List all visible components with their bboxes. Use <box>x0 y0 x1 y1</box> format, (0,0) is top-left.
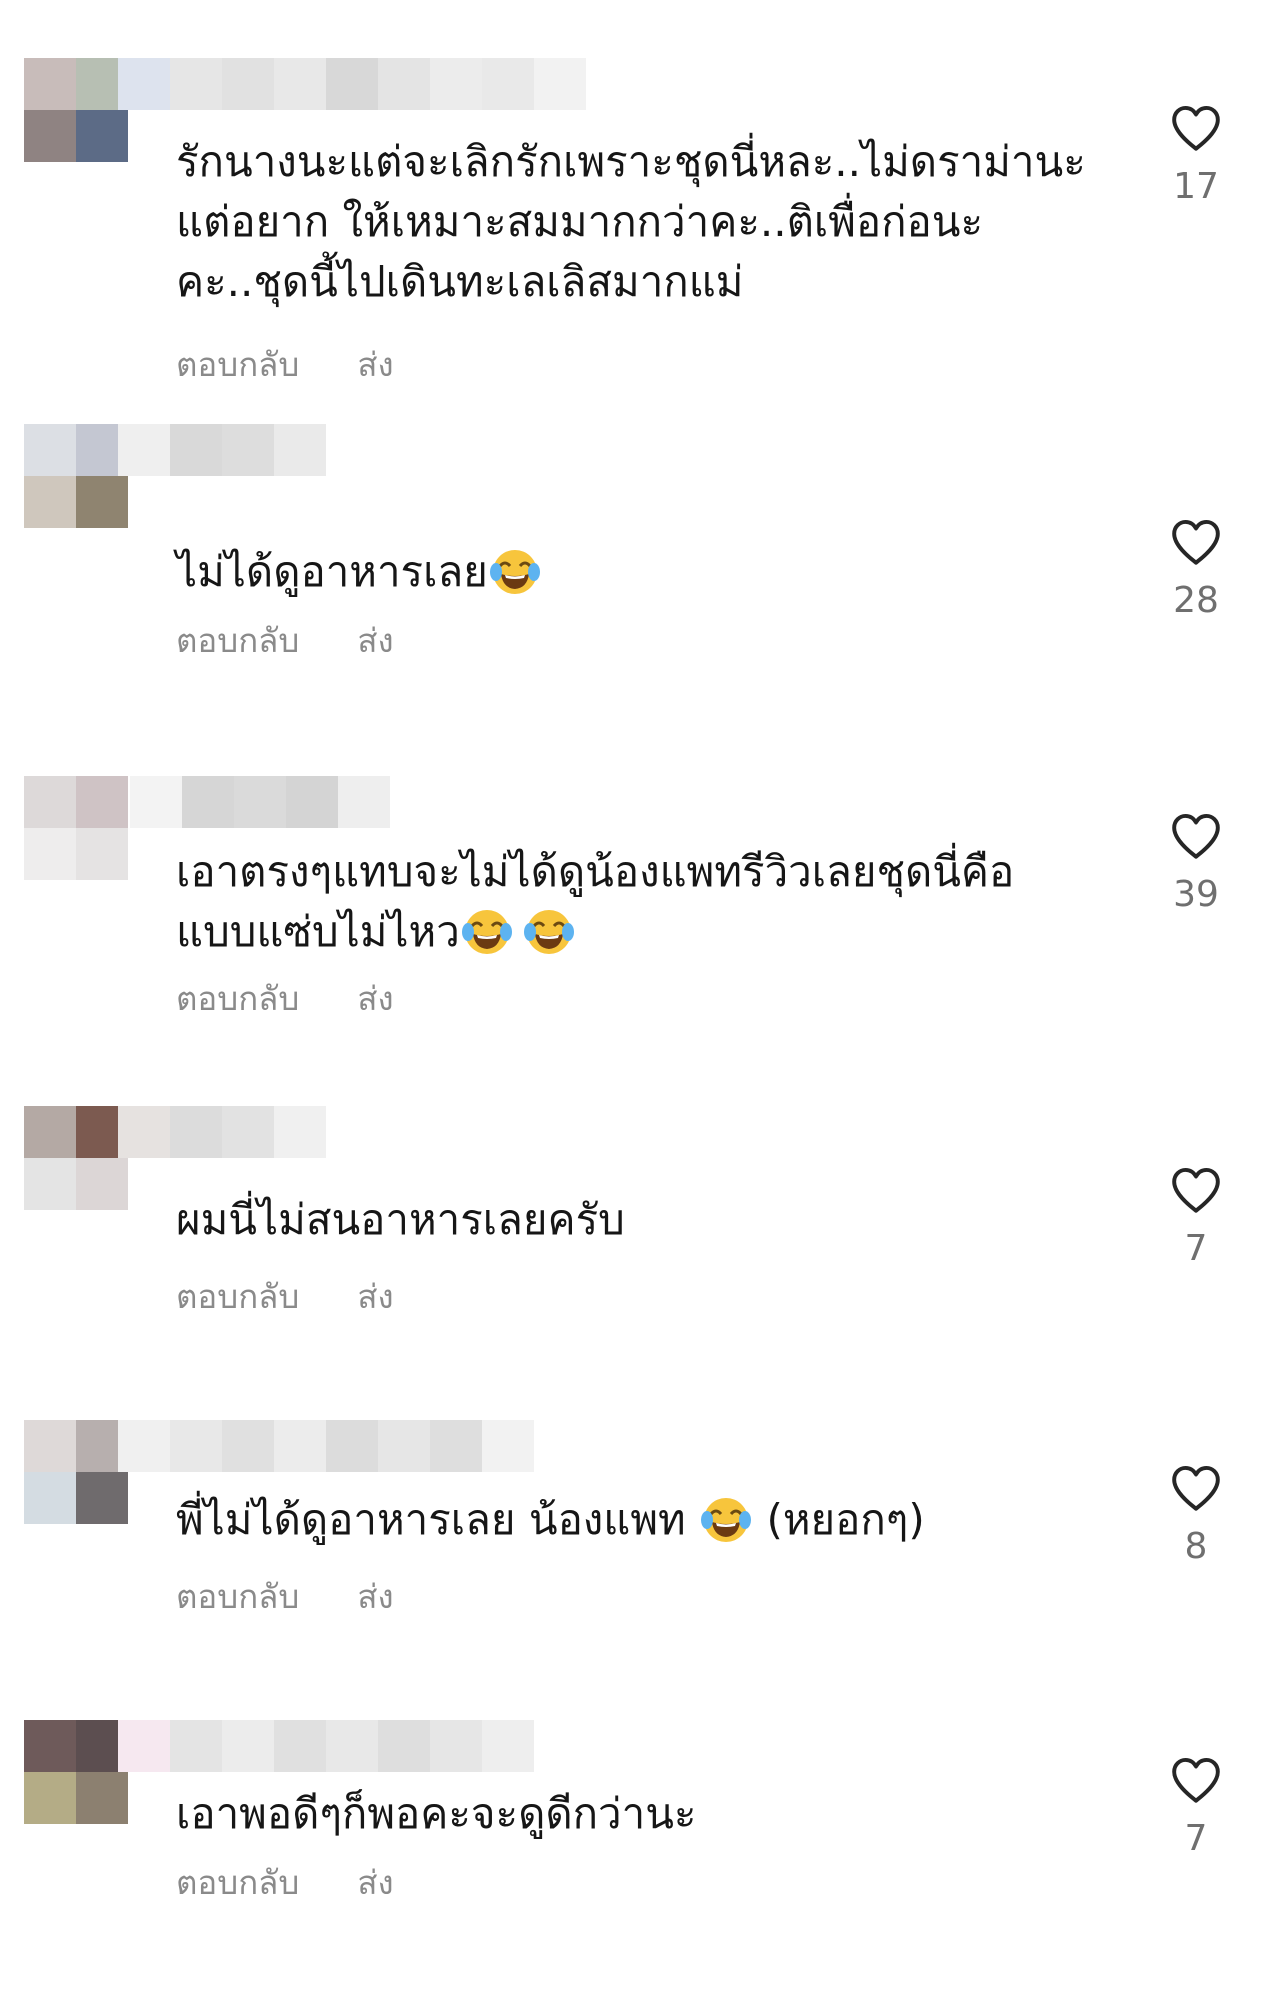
like-count: 39 <box>1173 874 1219 915</box>
comment-text: ผมนี่ไม่สนอาหารเลยครับ <box>176 1195 625 1244</box>
like-area: 7 <box>1156 1166 1236 1269</box>
comment-item: รักนางนะแต่จะเลิกรักเพราะชุดนี่หละ..ไม่ด… <box>0 58 1280 384</box>
username-blurred[interactable] <box>130 776 390 828</box>
comment-text: เอาตรงๆแทบจะไม่ได้ดูน้องแพทรีวิวเลยชุดนี… <box>176 847 1015 956</box>
avatar[interactable] <box>24 424 128 528</box>
comment-text: พี่ไม่ได้ดูอาหารเลย น้องแพท (หยอกๆ) <box>176 1495 925 1544</box>
comment-actions: ตอบกลับ ส่ง <box>176 614 394 667</box>
like-area: 28 <box>1156 518 1236 621</box>
heart-icon[interactable] <box>1169 812 1223 860</box>
send-button[interactable]: ส่ง <box>357 972 393 1025</box>
heart-icon[interactable] <box>1169 518 1223 566</box>
like-area: 17 <box>1156 104 1236 207</box>
comment-text: รักนางนะแต่จะเลิกรักเพราะชุดนี่หละ..ไม่ด… <box>176 137 1086 306</box>
reply-button[interactable]: ตอบกลับ <box>176 614 299 667</box>
comment-item: เอาตรงๆแทบจะไม่ได้ดูน้องแพทรีวิวเลยชุดนี… <box>0 776 1280 1056</box>
like-count: 7 <box>1184 1818 1208 1859</box>
comment-actions: ตอบกลับ ส่ง <box>176 1570 394 1623</box>
reply-button[interactable]: ตอบกลับ <box>176 338 299 391</box>
tears-of-joy-emoji-icon <box>461 910 512 954</box>
like-count: 8 <box>1184 1526 1208 1567</box>
like-count: 17 <box>1173 166 1219 207</box>
like-count: 7 <box>1184 1228 1208 1269</box>
like-area: 7 <box>1156 1756 1236 1859</box>
comment-text: ไม่ได้ดูอาหารเลย <box>176 542 1096 602</box>
heart-icon[interactable] <box>1169 1756 1223 1804</box>
comment-item: พี่ไม่ได้ดูอาหารเลย น้องแพท (หยอกๆ) ตอบก… <box>0 1420 1280 1700</box>
heart-icon[interactable] <box>1169 104 1223 152</box>
avatar[interactable] <box>24 1720 128 1824</box>
send-button[interactable]: ส่ง <box>357 614 393 667</box>
comment-actions: ตอบกลับ ส่ง <box>176 338 394 391</box>
avatar[interactable] <box>24 776 128 880</box>
like-area: 39 <box>1156 812 1236 915</box>
reply-button[interactable]: ตอบกลับ <box>176 1856 299 1909</box>
comment-item: ผมนี่ไม่สนอาหารเลยครับ ตอบกลับ ส่ง 7 <box>0 1106 1280 1386</box>
username-blurred[interactable] <box>118 424 326 476</box>
reply-button[interactable]: ตอบกลับ <box>176 1270 299 1323</box>
tears-of-joy-emoji-icon <box>523 910 574 954</box>
comment-text: เอาพอดีๆก็พอคะจะดูดีกว่านะ <box>176 1789 697 1838</box>
comment-item: เอาพอดีๆก็พอคะจะดูดีกว่านะ ตอบกลับ ส่ง 7 <box>0 1720 1280 2000</box>
reply-button[interactable]: ตอบกลับ <box>176 1570 299 1623</box>
heart-icon[interactable] <box>1169 1464 1223 1512</box>
comment-item: ไม่ได้ดูอาหารเลย ตอบกลับ ส่ง 28 <box>0 424 1280 704</box>
username-blurred[interactable] <box>118 1420 534 1472</box>
reply-button[interactable]: ตอบกลับ <box>176 972 299 1025</box>
like-area: 8 <box>1156 1464 1236 1567</box>
username-blurred[interactable] <box>118 1720 534 1772</box>
comment-actions: ตอบกลับ ส่ง <box>176 1270 394 1323</box>
comment-actions: ตอบกลับ ส่ง <box>176 1856 394 1909</box>
username-blurred[interactable] <box>118 1106 326 1158</box>
send-button[interactable]: ส่ง <box>357 338 393 391</box>
tears-of-joy-emoji-icon <box>701 1498 752 1542</box>
send-button[interactable]: ส่ง <box>357 1270 393 1323</box>
like-count: 28 <box>1173 580 1219 621</box>
send-button[interactable]: ส่ง <box>357 1856 393 1909</box>
tears-of-joy-emoji-icon <box>489 550 540 594</box>
avatar[interactable] <box>24 58 128 162</box>
avatar[interactable] <box>24 1420 128 1524</box>
send-button[interactable]: ส่ง <box>357 1570 393 1623</box>
username-blurred[interactable] <box>118 58 586 110</box>
avatar[interactable] <box>24 1106 128 1210</box>
heart-icon[interactable] <box>1169 1166 1223 1214</box>
comment-actions: ตอบกลับ ส่ง <box>176 972 394 1025</box>
